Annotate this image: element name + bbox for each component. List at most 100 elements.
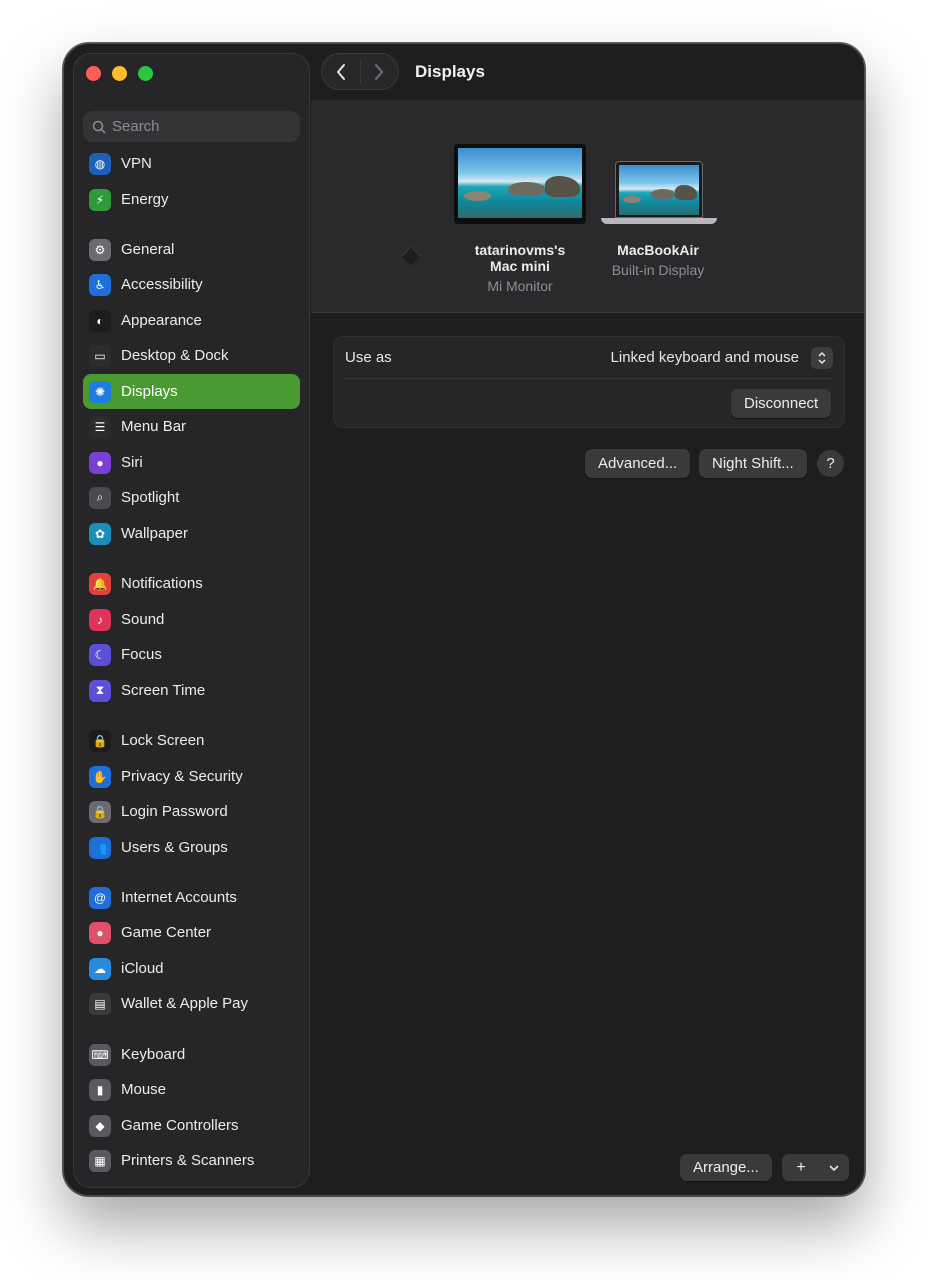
chevron-down-icon[interactable] xyxy=(820,1161,848,1175)
display-subtitle: Mi Monitor xyxy=(487,278,553,294)
mouse-icon: ▮ xyxy=(89,1078,111,1101)
gear-icon: ⚙ xyxy=(89,238,111,261)
display-name: tatarinovms's xyxy=(474,242,566,258)
display-label-mi-monitor: tatarinovms's Mac mini Mi Monitor xyxy=(451,242,589,294)
updown-chevron-icon xyxy=(811,346,833,369)
sidebar-item-focus[interactable]: ☾ Focus xyxy=(83,637,300,672)
sidebar-item-icloud[interactable]: ☁ iCloud xyxy=(83,951,300,986)
sidebar-item-internet-accounts[interactable]: @ Internet Accounts xyxy=(83,880,300,915)
sidebar-item-accessibility[interactable]: ♿ Accessibility xyxy=(83,267,300,302)
sidebar-item-label: Screen Time xyxy=(121,682,206,699)
gamecenter-icon: ● xyxy=(89,921,111,944)
display-macbook-air[interactable] xyxy=(601,161,717,229)
sidebar-item-keyboard[interactable]: ⌨ Keyboard xyxy=(83,1037,300,1072)
sidebar-item-label: Internet Accounts xyxy=(121,889,237,906)
back-button[interactable] xyxy=(322,54,360,89)
hourglass-icon: ⧗ xyxy=(89,679,111,702)
cloud-icon: ☁ xyxy=(89,957,111,980)
settings-window: Search ◍ VPN ⚡ Energy ⚙ General ♿ Accessibility… xyxy=(63,43,865,1196)
sidebar-item-label: iCloud xyxy=(121,960,164,977)
advanced-button[interactable]: Advanced... xyxy=(585,449,691,478)
sidebar-item-game-controllers[interactable]: ◆ Game Controllers xyxy=(83,1108,300,1143)
sidebar-item-desktop-dock[interactable]: ▭ Desktop & Dock xyxy=(83,338,300,373)
sidebar-item-label: Sound xyxy=(121,611,165,628)
zoom-button[interactable] xyxy=(138,66,153,81)
users-icon: 👥 xyxy=(89,836,111,859)
menubar-icon: ☰ xyxy=(89,415,111,438)
magnifier-icon: ⌕ xyxy=(89,486,111,509)
sidebar-item-printers-scanners[interactable]: ▦ Printers & Scanners xyxy=(83,1143,300,1178)
sidebar-item-label: Game Center xyxy=(121,924,212,941)
sidebar-item-sound[interactable]: ♪ Sound xyxy=(83,602,300,637)
wallpaper-thumbnail xyxy=(619,165,699,215)
sidebar-item-label: Wallpaper xyxy=(121,525,188,542)
display-settings-card: Use as Linked keyboard and mouse Disconn… xyxy=(333,336,845,428)
display-name: MacBookAir xyxy=(617,242,699,258)
sidebar-item-notifications[interactable]: 🔔 Notifications xyxy=(83,566,300,601)
sidebar-item-displays[interactable]: ✺ Displays xyxy=(83,374,300,409)
sidebar-item-menu-bar[interactable]: ☰ Menu Bar xyxy=(83,409,300,444)
sidebar-item-label: Displays xyxy=(121,383,178,400)
sidebar-item-label: Privacy & Security xyxy=(121,768,243,785)
display-mi-monitor[interactable] xyxy=(454,144,586,230)
sidebar-item-general[interactable]: ⚙ General xyxy=(83,232,300,267)
sidebar-item-label: Spotlight xyxy=(121,489,180,506)
sidebar-item-label: VPN xyxy=(121,155,152,172)
sidebar-item-label: Keyboard xyxy=(121,1046,186,1063)
sidebar-item-game-center[interactable]: ● Game Center xyxy=(83,915,300,950)
sidebar-item-vpn[interactable]: ◍ VPN xyxy=(83,146,300,181)
use-as-row: Use as Linked keyboard and mouse xyxy=(345,337,833,379)
sidebar-item-label: Accessibility xyxy=(121,276,203,293)
padlock-icon: 🔒 xyxy=(89,800,111,823)
sidebar-item-energy[interactable]: ⚡ Energy xyxy=(83,182,300,217)
arrange-button[interactable]: Arrange... xyxy=(680,1154,772,1181)
chevron-left-icon xyxy=(336,63,345,80)
disconnect-button[interactable]: Disconnect xyxy=(731,389,832,418)
sidebar-item-wallpaper[interactable]: ✿ Wallpaper xyxy=(83,516,300,551)
bell-icon: 🔔 xyxy=(89,572,111,595)
forward-button[interactable] xyxy=(360,54,398,89)
flower-icon: ✿ xyxy=(89,522,111,545)
appearance-icon: ◐ xyxy=(89,309,111,332)
sidebar-item-appearance[interactable]: ◐ Appearance xyxy=(83,303,300,338)
use-as-popup[interactable]: Linked keyboard and mouse xyxy=(611,346,833,369)
sidebar-item-siri[interactable]: ● Siri xyxy=(83,445,300,480)
sidebar-item-label: Game Controllers xyxy=(121,1117,239,1134)
window-controls xyxy=(86,66,153,81)
sidebar-item-label: Wallet & Apple Pay xyxy=(121,995,249,1012)
close-button[interactable] xyxy=(86,66,101,81)
sidebar-item-lock-screen[interactable]: 🔒 Lock Screen xyxy=(83,723,300,758)
sidebar-item-label: Appearance xyxy=(121,312,202,329)
help-button[interactable]: ? xyxy=(817,450,844,477)
gamepad-icon: ◆ xyxy=(89,1114,111,1137)
sidebar-item-label: Login Password xyxy=(121,803,228,820)
printer-icon: ▦ xyxy=(89,1149,111,1172)
history-nav xyxy=(321,53,399,90)
sidebar-item-mouse[interactable]: ▮ Mouse xyxy=(83,1072,300,1107)
sidebar-item-spotlight[interactable]: ⌕ Spotlight xyxy=(83,480,300,515)
sidebar-item-label: Focus xyxy=(121,646,162,663)
add-display-group: + xyxy=(782,1154,849,1181)
display-name-line2: Mac mini xyxy=(490,258,550,274)
display-arrangement: tatarinovms's Mac mini Mi Monitor MacBoo… xyxy=(311,100,864,313)
page-title: Displays xyxy=(415,62,485,81)
chevron-right-icon xyxy=(375,63,384,80)
wallpaper-thumbnail xyxy=(458,148,582,218)
search-icon xyxy=(92,120,106,134)
sidebar-item-screen-time[interactable]: ⧗ Screen Time xyxy=(83,673,300,708)
speaker-icon: ♪ xyxy=(89,608,111,631)
sidebar-item-wallet-apple-pay[interactable]: ▤ Wallet & Apple Pay xyxy=(83,986,300,1021)
sidebar-item-label: Desktop & Dock xyxy=(121,347,229,364)
keyboard-icon: ⌨ xyxy=(89,1043,111,1066)
display-label-macbook-air: MacBookAir Built-in Display xyxy=(593,242,723,278)
dock-icon: ▭ xyxy=(89,344,111,367)
night-shift-button[interactable]: Night Shift... xyxy=(699,449,807,478)
lock-icon: 🔒 xyxy=(89,729,111,752)
sidebar-item-privacy-security[interactable]: ✋ Privacy & Security xyxy=(83,759,300,794)
sidebar-item-login-password[interactable]: 🔒 Login Password xyxy=(83,794,300,829)
search-field[interactable]: Search xyxy=(83,111,300,142)
sidebar-item-users-groups[interactable]: 👥 Users & Groups xyxy=(83,830,300,865)
minimize-button[interactable] xyxy=(112,66,127,81)
siri-icon: ● xyxy=(89,451,111,474)
add-display-button[interactable]: + xyxy=(782,1159,820,1177)
